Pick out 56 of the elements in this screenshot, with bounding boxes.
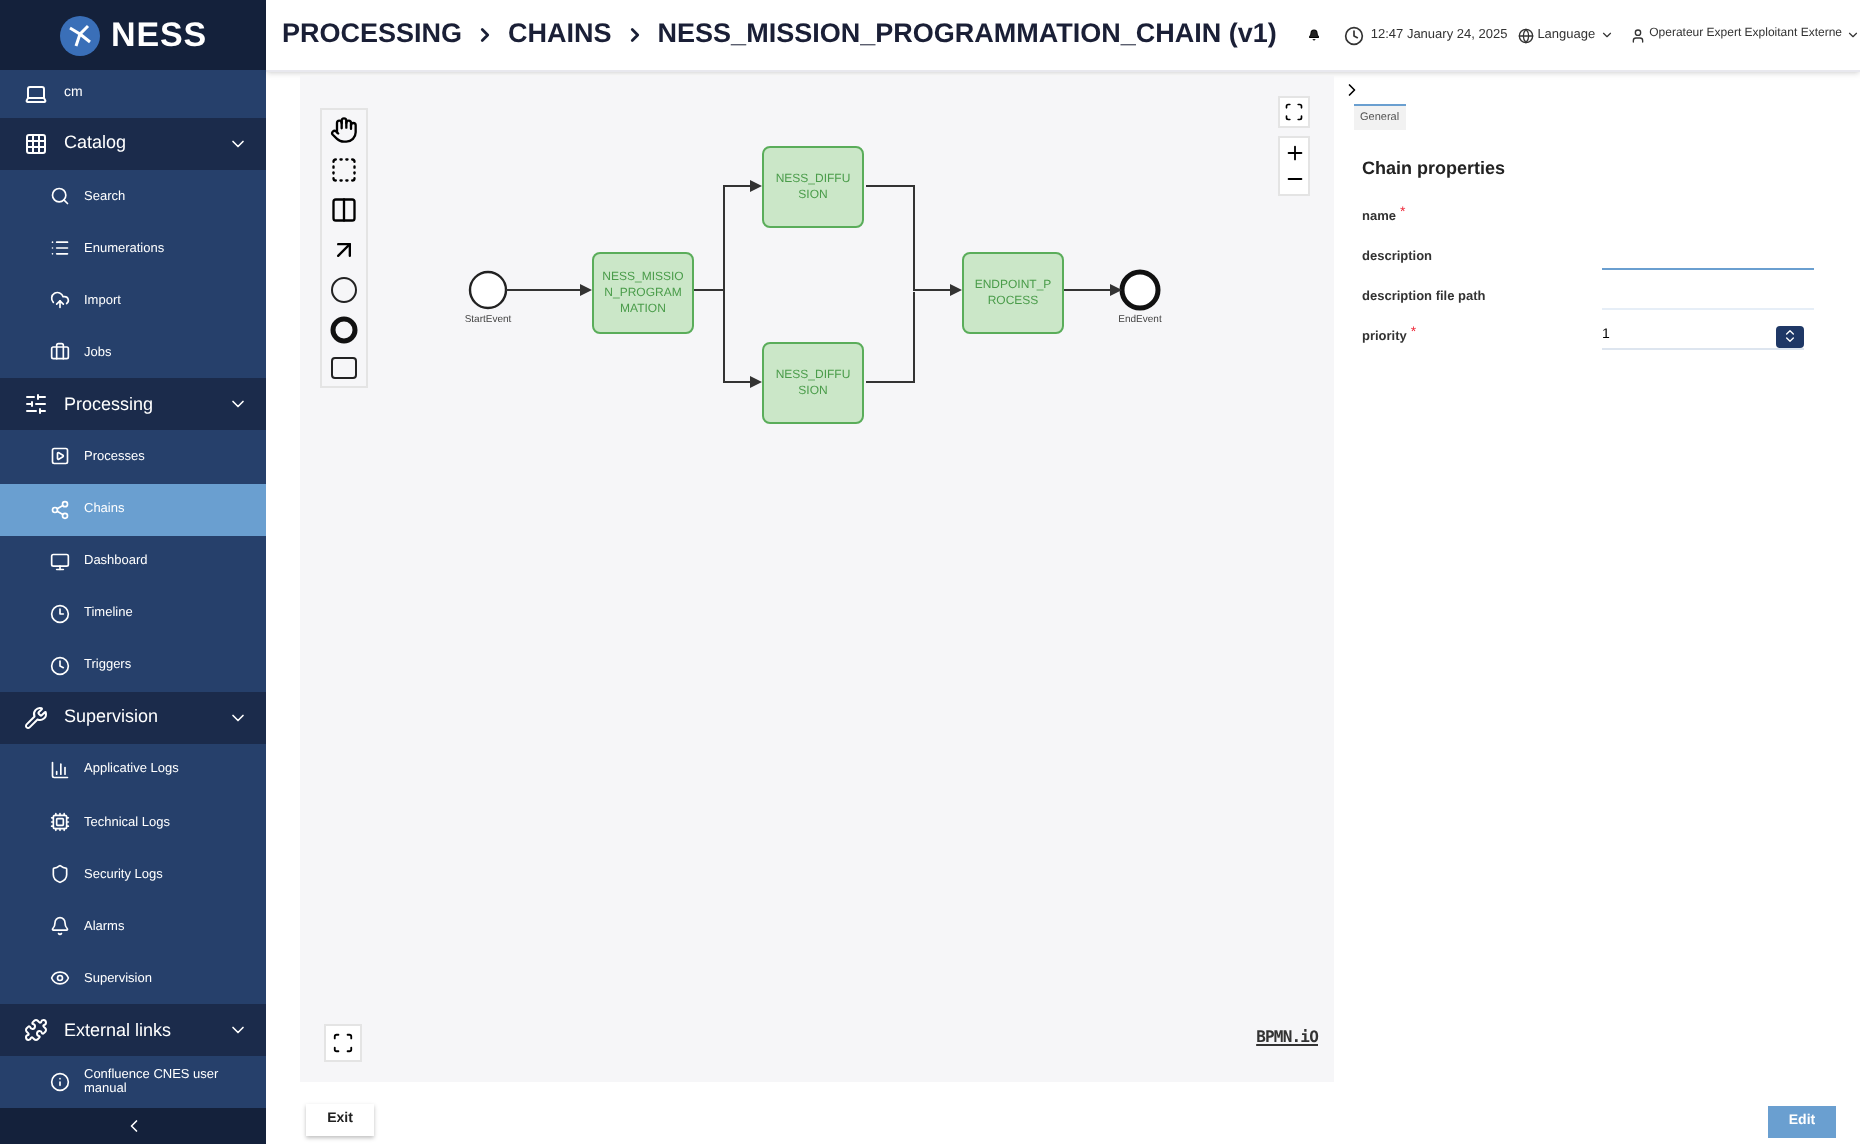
bold-circle-icon[interactable] xyxy=(330,316,358,344)
sidebar-section-header[interactable]: Processing xyxy=(0,378,266,431)
circle-icon[interactable] xyxy=(330,276,358,304)
menu-item-icon xyxy=(50,290,70,311)
laptop-icon xyxy=(24,82,48,107)
sidebar-section-header[interactable]: Catalog xyxy=(0,118,266,171)
logo-icon xyxy=(59,15,99,56)
caret-icon xyxy=(1599,28,1614,42)
section-label: Processing xyxy=(64,391,156,418)
logo-text: NESS xyxy=(111,13,207,58)
fit-screen-button[interactable] xyxy=(324,1024,362,1062)
spinner-icon xyxy=(1782,328,1798,345)
section-icon xyxy=(24,132,48,157)
menu-item-icon xyxy=(50,864,70,885)
fit-button[interactable] xyxy=(1278,96,1310,128)
panel-title: Chain properties xyxy=(1362,156,1508,183)
menu-item-icon xyxy=(50,603,70,624)
sequence-flow xyxy=(1063,284,1122,296)
menu-item-icon xyxy=(50,342,70,363)
start-event xyxy=(468,270,508,310)
caret-icon xyxy=(1846,28,1860,42)
rectangle-icon[interactable] xyxy=(330,356,358,380)
bpmn-io-link[interactable]: BPMN.iO xyxy=(1256,1026,1318,1050)
menu-item-icon xyxy=(50,238,70,259)
breadcrumb-item: NESS_MISSION_PROGRAMMATION_CHAIN (v1) xyxy=(657,16,1277,53)
section-label: Catalog xyxy=(64,130,129,157)
menu-item-icon xyxy=(50,446,70,467)
sidebar-section-header[interactable]: Supervision xyxy=(0,691,266,744)
menu-item-icon xyxy=(50,759,70,780)
menu-item-icon xyxy=(50,916,70,937)
user-icon xyxy=(1629,27,1646,43)
section-icon xyxy=(24,705,48,730)
fit-icon xyxy=(1284,102,1304,122)
globe-icon xyxy=(1517,27,1534,43)
breadcrumb-item[interactable]: PROCESSING xyxy=(282,14,463,56)
menu-item-icon xyxy=(50,499,70,520)
section-label: External links xyxy=(64,1017,174,1044)
zoom-in-icon[interactable] xyxy=(1283,142,1305,164)
spinner-button[interactable] xyxy=(1776,325,1804,348)
sidebar-section-header[interactable]: External links xyxy=(0,1004,266,1057)
menu-item-icon xyxy=(50,551,70,572)
lasso-icon[interactable] xyxy=(330,156,358,184)
fit-screen-icon xyxy=(332,1032,354,1054)
section-label: Supervision xyxy=(64,704,161,731)
sequence-flow xyxy=(505,284,592,296)
end-event xyxy=(1119,269,1161,311)
hand-icon[interactable] xyxy=(330,116,358,144)
menu-item-icon xyxy=(50,968,70,989)
menu-item-icon xyxy=(50,812,70,833)
section-icon xyxy=(24,1018,48,1043)
menu-item-icon xyxy=(50,186,70,207)
menu-item-icon xyxy=(50,1072,70,1093)
section-icon xyxy=(24,392,48,417)
clock-icon xyxy=(1344,25,1365,45)
breadcrumb-item[interactable]: CHAINS xyxy=(508,14,612,56)
menu-item-icon xyxy=(50,655,70,676)
